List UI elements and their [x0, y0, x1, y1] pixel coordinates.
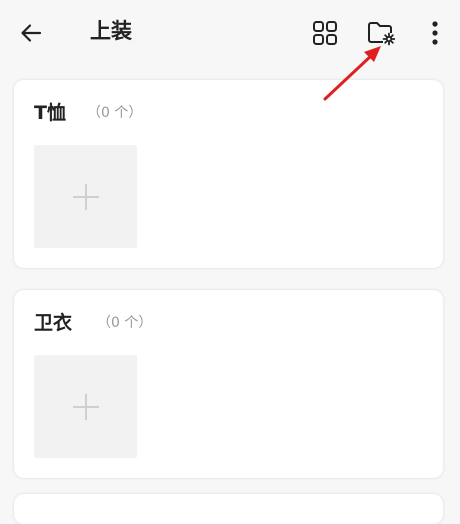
- back-arrow-icon: [21, 24, 42, 42]
- category-count: （0 个）: [97, 315, 153, 331]
- category-card: T恤 （0 个）: [14, 80, 443, 268]
- grid-icon: [313, 21, 337, 45]
- plus-icon: [72, 393, 99, 420]
- app-header: 上装: [0, 0, 460, 66]
- more-vertical-icon: [432, 21, 438, 45]
- category-card: 卫衣 （0 个）: [14, 290, 443, 478]
- back-button[interactable]: [14, 16, 48, 50]
- category-title: T恤: [34, 102, 66, 124]
- add-item-tile[interactable]: [34, 355, 137, 458]
- more-options-button[interactable]: [420, 14, 450, 52]
- folder-settings-button[interactable]: [362, 14, 400, 52]
- add-item-tile[interactable]: [34, 145, 137, 248]
- grid-view-button[interactable]: [306, 14, 344, 52]
- folder-settings-icon: [368, 22, 395, 46]
- category-title: 卫衣: [34, 312, 73, 334]
- category-count: （0 个）: [87, 105, 143, 121]
- plus-icon: [72, 183, 99, 210]
- page-title: 上装: [90, 19, 132, 43]
